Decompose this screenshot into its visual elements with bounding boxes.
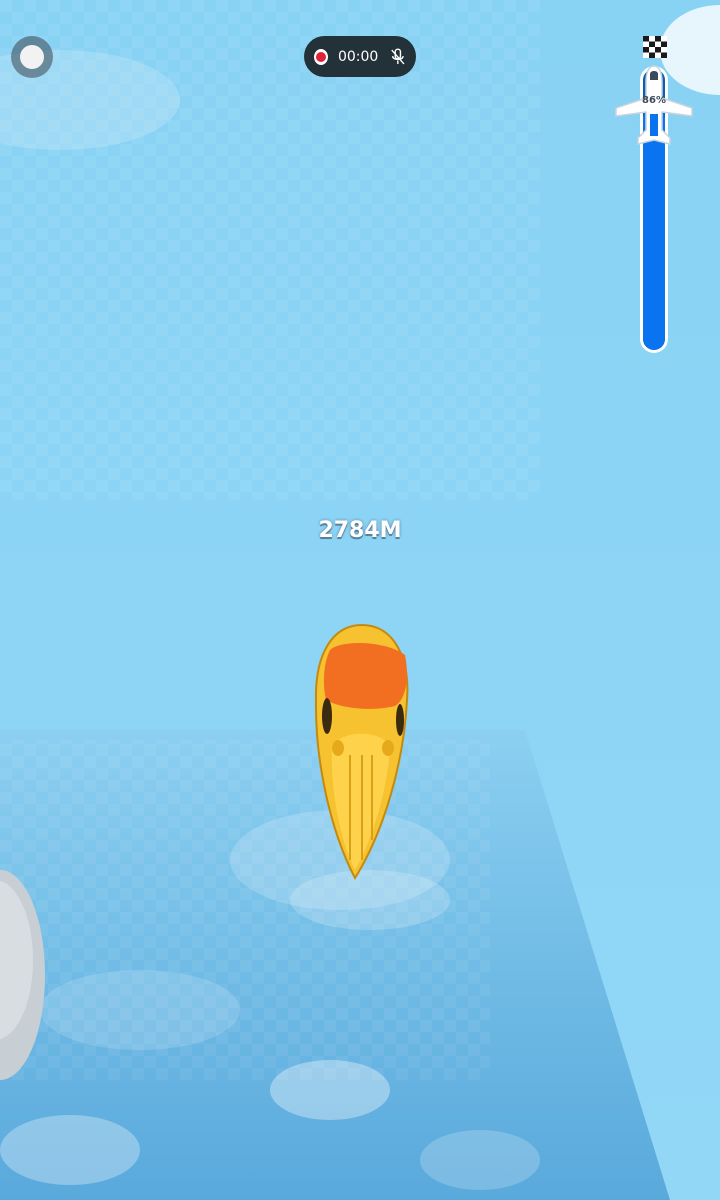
record-dot-icon bbox=[314, 48, 328, 65]
recording-time: 00:00 bbox=[337, 48, 379, 65]
distance-readout: 2784M bbox=[318, 518, 402, 543]
water-cloud bbox=[290, 870, 450, 930]
water-cloud bbox=[270, 1060, 390, 1120]
screen-record-pill[interactable]: 00:00 bbox=[304, 36, 416, 77]
checkered-flag-icon bbox=[643, 36, 667, 58]
game-scene bbox=[0, 0, 720, 1200]
circle-menu-icon bbox=[20, 45, 44, 69]
menu-button[interactable] bbox=[11, 36, 53, 78]
water-cloud bbox=[0, 1115, 140, 1185]
water-cloud bbox=[420, 1130, 540, 1190]
water-cloud bbox=[40, 970, 240, 1050]
mic-off-icon[interactable] bbox=[390, 46, 406, 68]
progress-percent: 86% bbox=[642, 95, 666, 106]
